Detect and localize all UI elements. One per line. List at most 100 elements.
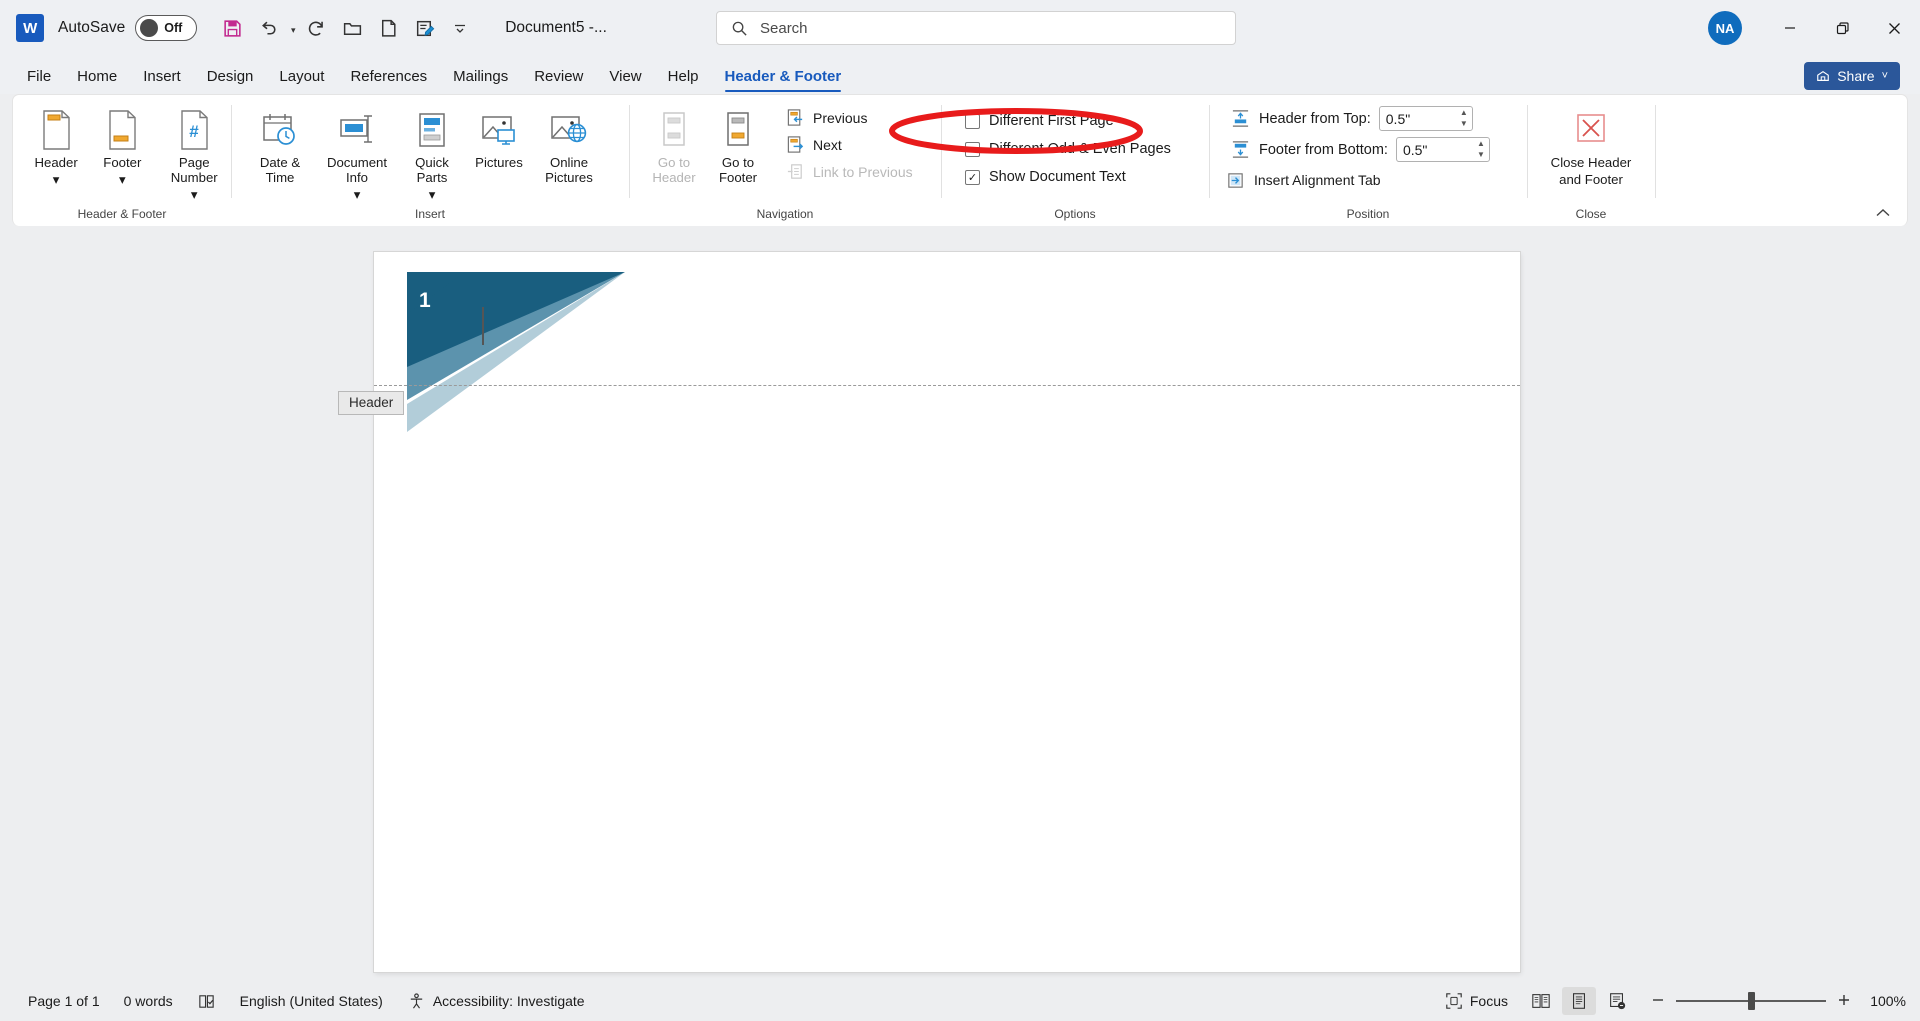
page-number-button[interactable]: # Page Number ▾ [157,103,231,202]
tab-layout[interactable]: Layout [266,68,337,94]
footer-from-bottom-icon [1231,140,1251,159]
online-pictures-button[interactable]: Online Pictures [533,103,605,185]
accessibility-status[interactable]: Accessibility: Investigate [395,987,597,1015]
share-button[interactable]: Share ˅ [1804,62,1900,90]
next-button[interactable]: Next [779,131,919,158]
pictures-button[interactable]: Pictures [467,103,531,170]
link-to-previous-icon [785,162,805,181]
insert-alignment-tab-button[interactable]: Insert Alignment Tab [1225,165,1387,195]
title-bar-right-controls: NA [1708,0,1920,56]
different-odd-and-even-pages-label: Different Odd & Even Pages [989,141,1171,157]
collapse-ribbon-button[interactable] [1875,206,1891,221]
autosave-state-label: Off [164,21,183,35]
tab-help[interactable]: Help [655,68,712,94]
proofing-errors-icon[interactable] [185,987,228,1015]
restore-button[interactable] [1816,8,1868,48]
footer-button[interactable]: Footer ▾ [91,103,153,187]
zoom-slider-track[interactable] [1676,992,1826,1010]
zoom-slider-thumb[interactable] [1748,992,1755,1010]
search-input[interactable]: Search [716,11,1236,45]
save-icon[interactable] [215,11,249,45]
tab-review[interactable]: Review [521,68,596,94]
quick-parts-icon [412,107,452,153]
minus-icon [1653,998,1663,1001]
tab-references[interactable]: References [337,68,440,94]
web-layout-view-button[interactable] [1600,987,1634,1015]
editor-icon[interactable] [407,11,441,45]
close-button[interactable] [1868,8,1920,48]
footer-from-bottom-field[interactable]: 0.5" ▲ ▼ [1395,137,1490,162]
header-from-top-spinner-icon[interactable]: ▲ ▼ [1460,108,1468,129]
header-from-top-field[interactable]: 0.5" ▲ ▼ [1378,106,1473,131]
ribbon-group-label-header-and-footer: Header & Footer [77,207,167,221]
page-indicator[interactable]: Page 1 of 1 [16,987,112,1015]
header-from-top-label: Header from Top: [1259,110,1371,127]
footer-button-caret-icon[interactable]: ▾ [119,172,126,187]
search-icon [732,21,747,36]
word-logo-icon: W [16,14,44,42]
new-document-icon[interactable] [371,11,405,45]
quick-parts-button[interactable]: Quick Parts ▾ [399,103,465,202]
header-button[interactable]: Header ▾ [25,103,87,187]
document-info-button[interactable]: Document Info ▾ [317,103,397,202]
document-page[interactable]: 1 Header [338,252,1520,972]
web-layout-icon [1610,993,1626,1010]
zoom-out-button[interactable] [1650,992,1666,1011]
page-number-icon: # [175,107,213,153]
different-odd-and-even-pages-checkbox[interactable]: Different Odd & Even Pages [959,135,1171,163]
tab-file[interactable]: File [14,68,64,94]
word-count[interactable]: 0 words [112,987,185,1015]
tab-view[interactable]: View [596,68,654,94]
quick-parts-caret-icon[interactable]: ▾ [429,187,436,202]
undo-icon[interactable] [251,11,285,45]
link-to-previous-button[interactable]: Link to Previous [779,158,919,185]
previous-button[interactable]: Previous [779,104,919,131]
print-layout-view-button[interactable] [1562,987,1596,1015]
different-first-page-checkbox-box [965,113,980,129]
autosave-toggle-knob [140,19,159,37]
read-mode-view-button[interactable] [1524,987,1558,1015]
go-to-header-label: Go to Header [652,155,696,185]
zoom-level[interactable]: 100% [1864,993,1906,1009]
restore-icon [1836,21,1849,34]
close-header-and-footer-label-line1: Close Header [1550,155,1632,170]
minimize-button[interactable] [1764,8,1816,48]
avatar[interactable]: NA [1708,11,1742,45]
tab-mailings[interactable]: Mailings [440,68,521,94]
title-bar: W AutoSave Off ▾ Document5 -... Search N… [0,0,1920,56]
autosave-label: AutoSave [58,19,126,36]
footer-from-bottom-spinner-icon[interactable]: ▲ ▼ [1477,139,1485,160]
go-to-footer-button[interactable]: Go to Footer [707,103,769,185]
ribbon: Header ▾ Footer ▾ # Page Number ▾ Header… [12,94,1908,226]
header-button-caret-icon[interactable]: ▾ [53,172,60,187]
customize-quick-access-toolbar-icon[interactable] [443,11,477,45]
close-header-and-footer-button[interactable]: Close Header and Footer [1536,103,1646,187]
zoom-slider[interactable] [1650,992,1852,1011]
header-from-top-row: Header from Top: 0.5" ▲ ▼ [1225,103,1473,134]
tab-home[interactable]: Home [64,68,130,94]
tab-insert[interactable]: Insert [130,68,194,94]
show-document-text-checkbox[interactable]: ✓ Show Document Text [959,163,1126,191]
open-folder-icon[interactable] [335,11,369,45]
pictures-icon [478,107,520,153]
tab-header-and-footer[interactable]: Header & Footer [712,68,855,94]
ribbon-group-label-navigation: Navigation [756,207,814,221]
tab-design[interactable]: Design [194,68,267,94]
date-and-time-button[interactable]: Date & Time [245,103,315,185]
online-pictures-icon [548,107,590,153]
undo-dropdown-caret-icon[interactable]: ▾ [287,11,299,45]
pictures-label: Pictures [475,155,523,170]
document-canvas[interactable]: 1 Header [0,226,1920,981]
go-to-header-button[interactable]: Go to Header [643,103,705,185]
different-first-page-checkbox[interactable]: Different First Page [959,107,1114,135]
zoom-in-button[interactable] [1836,992,1852,1011]
document-info-caret-icon[interactable]: ▾ [354,187,361,202]
chevron-up-icon [1876,209,1890,217]
footer-from-bottom-value: 0.5" [1402,141,1428,158]
focus-mode-button[interactable]: Focus [1433,987,1520,1015]
link-to-previous-label: Link to Previous [813,163,913,180]
redo-icon[interactable] [299,11,333,45]
autosave-toggle[interactable]: Off [135,15,198,41]
language-indicator[interactable]: English (United States) [228,987,395,1015]
page-number-caret-icon[interactable]: ▾ [191,187,198,202]
